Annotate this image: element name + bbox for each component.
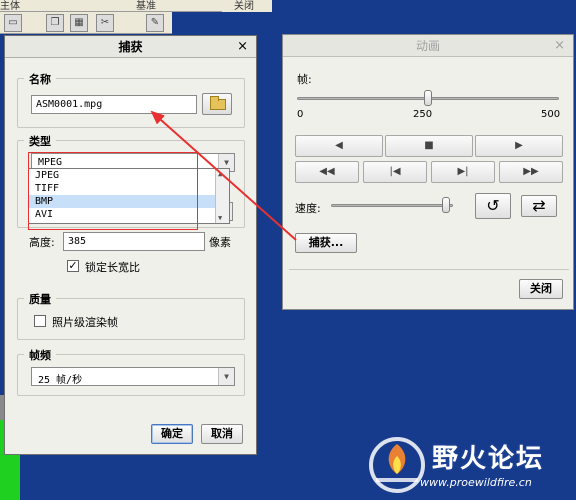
watermark-logo (369, 437, 425, 493)
annotation-arrow (150, 110, 297, 241)
watermark-url: www.proewildfire.cn (420, 476, 532, 489)
watermark-text: 野火论坛 (432, 444, 545, 474)
watermark: 野火论坛 www.proewildfire.cn (366, 432, 576, 500)
